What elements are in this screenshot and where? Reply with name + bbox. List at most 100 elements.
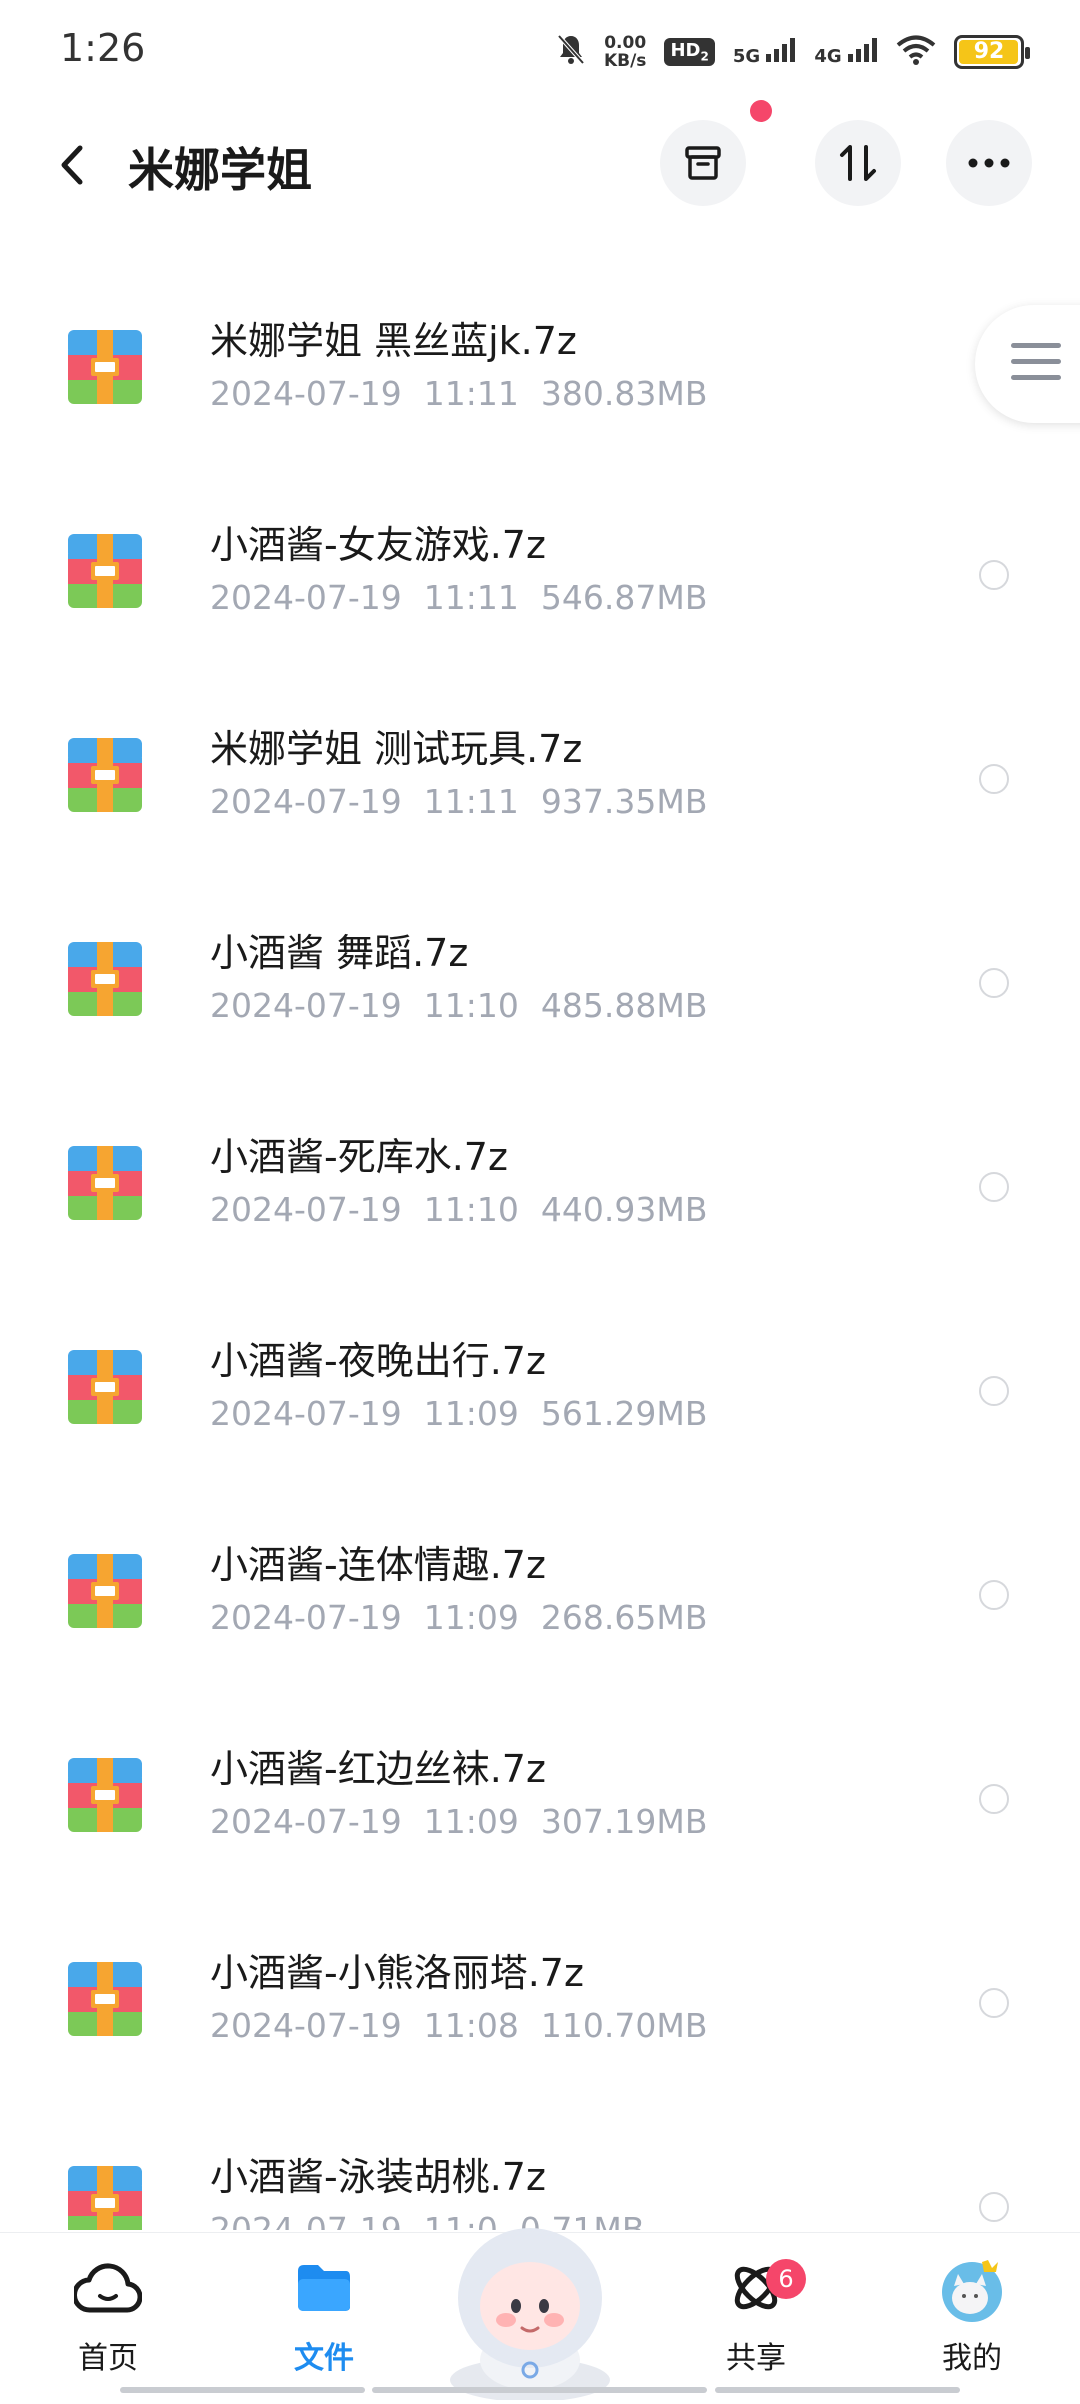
file-row[interactable]: 小酒酱-连体情趣.7z 2024-07-19 11:09 268.65MB — [0, 1494, 1080, 1697]
file-time: 11:09 — [423, 1802, 519, 1841]
select-radio[interactable] — [979, 560, 1009, 590]
file-name: 米娜学姐 测试玩具.7z — [210, 727, 583, 771]
file-row[interactable]: 小酒酱-夜晚出行.7z 2024-07-19 11:09 561.29MB — [0, 1290, 1080, 1493]
back-button[interactable] — [52, 140, 92, 190]
hd-indicator: HD2 — [664, 38, 715, 66]
signal-4g: 4G — [814, 37, 878, 67]
select-radio[interactable] — [979, 1580, 1009, 1610]
archive-file-icon — [68, 1146, 142, 1220]
file-date: 2024-07-19 — [210, 2006, 402, 2045]
mute-bell-icon — [556, 33, 586, 71]
file-size: 268.65MB — [540, 1598, 708, 1637]
hd-sub: 2 — [700, 49, 709, 64]
file-row[interactable]: 小酒酱-女友游戏.7z 2024-07-19 11:11 546.87MB — [0, 474, 1080, 677]
nav-files[interactable]: 文件 — [254, 2253, 394, 2377]
file-size: 307.19MB — [540, 1802, 708, 1841]
file-name: 小酒酱-连体情趣.7z — [210, 1543, 546, 1587]
file-row[interactable]: 米娜学姐 黑丝蓝jk.7z 2024-07-19 11:11 380.83MB — [0, 270, 1080, 473]
select-radio[interactable] — [979, 2192, 1009, 2222]
archive-file-icon — [68, 1758, 142, 1832]
file-name: 小酒酱-女友游戏.7z — [210, 523, 546, 567]
archive-button[interactable] — [660, 120, 746, 206]
archive-file-icon — [68, 738, 142, 812]
select-radio[interactable] — [979, 764, 1009, 794]
file-row[interactable]: 小酒酱-小熊洛丽塔.7z 2024-07-19 11:08 110.70MB — [0, 1902, 1080, 2105]
file-name: 小酒酱 舞蹈.7z — [210, 931, 469, 975]
file-row[interactable]: 小酒酱-红边丝袜.7z 2024-07-19 11:09 307.19MB — [0, 1698, 1080, 1901]
share-badge: 6 — [766, 2259, 806, 2299]
file-row[interactable]: 小酒酱 舞蹈.7z 2024-07-19 11:10 485.88MB — [0, 882, 1080, 1085]
sort-arrows-icon — [840, 145, 876, 181]
network-speed: 0.00 KB/s — [604, 34, 646, 70]
nav-share[interactable]: 6 共享 — [686, 2253, 826, 2377]
file-meta: 2024-07-19 11:09 307.19MB — [210, 1802, 729, 1841]
file-name: 小酒酱-夜晚出行.7z — [210, 1339, 546, 1383]
status-time: 1:26 — [60, 26, 146, 70]
nav-mine-label: 我的 — [942, 2341, 1002, 2376]
file-date: 2024-07-19 — [210, 374, 402, 413]
file-date: 2024-07-19 — [210, 2210, 402, 2230]
select-radio[interactable] — [979, 1784, 1009, 1814]
file-meta: 2024-07-19 11:09 561.29MB — [210, 1394, 729, 1433]
file-date: 2024-07-19 — [210, 578, 402, 617]
select-radio[interactable] — [979, 1376, 1009, 1406]
file-time: 11:11 — [423, 578, 519, 617]
file-meta: 2024-07-19 11:11 546.87MB — [210, 578, 729, 617]
file-size: 485.88MB — [540, 986, 708, 1025]
file-row[interactable]: 小酒酱-死库水.7z 2024-07-19 11:10 440.93MB — [0, 1086, 1080, 1289]
nav-files-label: 文件 — [294, 2341, 354, 2376]
battery-indicator: 92 — [954, 35, 1030, 69]
net2-label: 4G — [814, 45, 842, 67]
nav-mine[interactable]: 我的 — [902, 2253, 1042, 2377]
page-title: 米娜学姐 — [128, 143, 312, 197]
battery-cap — [1025, 47, 1030, 59]
file-date: 2024-07-19 — [210, 986, 402, 1025]
select-radio[interactable] — [979, 1172, 1009, 1202]
archive-file-icon — [68, 2166, 142, 2230]
file-meta: 2024-07-19 11:10 440.93MB — [210, 1190, 729, 1229]
archive-file-icon — [68, 942, 142, 1016]
file-meta: 2024-07-19 11:11 937.35MB — [210, 782, 729, 821]
select-radio[interactable] — [979, 1988, 1009, 2018]
archive-file-icon — [68, 1554, 142, 1628]
file-meta: 2024-07-19 11:11 380.83MB — [210, 374, 729, 413]
notification-dot — [750, 100, 772, 122]
nav-home[interactable]: 首页 — [38, 2253, 178, 2377]
file-size: 440.93MB — [540, 1190, 708, 1229]
file-name: 米娜学姐 黑丝蓝jk.7z — [210, 319, 577, 363]
file-row[interactable]: 米娜学姐 测试玩具.7z 2024-07-19 11:11 937.35MB — [0, 678, 1080, 881]
archive-file-icon — [68, 330, 142, 404]
signal-5g: 5G — [732, 37, 797, 67]
file-date: 2024-07-19 — [210, 782, 402, 821]
home-indicator-right — [715, 2387, 960, 2393]
archive-file-icon — [68, 1350, 142, 1424]
mascot-button[interactable] — [440, 2210, 620, 2402]
more-button[interactable] — [946, 120, 1032, 206]
status-bar: 1:26 0.00 KB/s HD2 5G 4G 92 — [0, 0, 1080, 100]
speed-unit: KB/s — [603, 51, 647, 71]
back-arrow-icon — [61, 145, 83, 185]
file-time: 11:11 — [423, 374, 519, 413]
file-date: 2024-07-19 — [210, 1802, 402, 1841]
select-radio[interactable] — [979, 968, 1009, 998]
sort-button[interactable] — [815, 120, 901, 206]
file-time: 11:11 — [423, 782, 519, 821]
file-size: 937.35MB — [540, 782, 708, 821]
signal-bars-icon — [766, 37, 796, 62]
header-bar: 米娜学姐 — [0, 100, 1080, 220]
net1-label: 5G — [732, 45, 761, 67]
file-date: 2024-07-19 — [210, 1190, 402, 1229]
file-name: 小酒酱-泳装胡桃.7z — [210, 2155, 546, 2199]
file-size: 546.87MB — [540, 578, 708, 617]
folder-icon — [298, 2265, 350, 2311]
file-size: 110.70MB — [540, 2006, 708, 2045]
file-meta: 2024-07-19 11:10 485.88MB — [210, 986, 729, 1025]
status-icons: 0.00 KB/s HD2 5G 4G 92 — [556, 30, 1030, 74]
file-date: 2024-07-19 — [210, 1598, 402, 1637]
archive-file-icon — [68, 1962, 142, 2036]
file-time: 11:09 — [423, 1394, 519, 1433]
home-indicator-center — [372, 2387, 707, 2393]
nav-home-label: 首页 — [78, 2341, 138, 2376]
file-name: 小酒酱-红边丝袜.7z — [210, 1747, 546, 1791]
nav-share-label: 共享 — [726, 2341, 786, 2376]
